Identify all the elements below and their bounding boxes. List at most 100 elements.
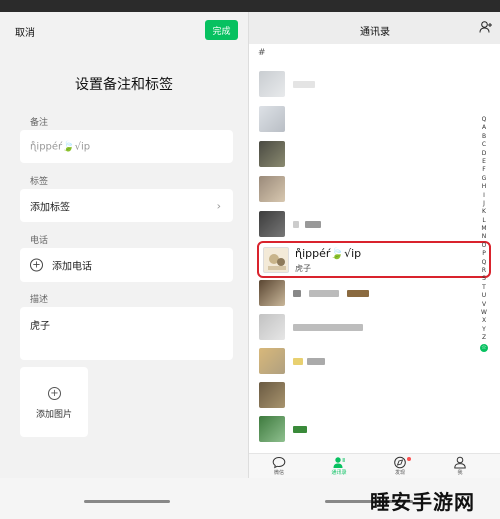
- add-tags-row[interactable]: 添加标签 ›: [20, 189, 233, 222]
- contact-row[interactable]: [257, 276, 483, 311]
- tab-label: 发现: [394, 470, 405, 476]
- contact-row[interactable]: [257, 378, 483, 413]
- alphabet-index-letter[interactable]: V: [478, 301, 490, 309]
- tab-contacts[interactable]: 通讯录: [314, 456, 364, 476]
- contacts-title: 通讯录: [360, 27, 390, 38]
- add-phone-row[interactable]: + 添加电话: [20, 248, 233, 282]
- add-tags-label: 添加标签: [30, 202, 70, 213]
- avatar: [259, 141, 285, 167]
- add-photo-label: 添加图片: [35, 410, 72, 420]
- blurred-name: [293, 358, 303, 365]
- chat-icon: [272, 456, 286, 469]
- alphabet-index-letter[interactable]: G: [478, 175, 490, 183]
- contact-remark: 虎子: [295, 264, 311, 273]
- person-icon: [454, 456, 466, 469]
- avatar: [259, 211, 285, 237]
- tab-discover[interactable]: 发现: [375, 456, 425, 476]
- alphabet-index-letter[interactable]: U: [478, 292, 490, 300]
- site-watermark: 睡安手游网: [370, 490, 475, 514]
- avatar: [263, 247, 289, 273]
- alphabet-index-letter[interactable]: W: [478, 309, 490, 317]
- tags-section-label: 标签: [30, 177, 49, 187]
- avatar: [259, 416, 285, 442]
- alphabet-index-letter[interactable]: E: [478, 158, 490, 166]
- highlighted-contact-row[interactable]: ɳ̊ippéŕ🍃√ip 虎子: [257, 241, 491, 278]
- blurred-name: [347, 290, 369, 297]
- alphabet-index-letter[interactable]: Z: [478, 334, 490, 342]
- tab-label: 我: [457, 470, 463, 476]
- alphabet-index-letter[interactable]: B: [478, 133, 490, 141]
- tab-chats[interactable]: 微信: [254, 456, 304, 476]
- blurred-name: [293, 324, 363, 331]
- add-photo-button[interactable]: + 添加图片: [20, 367, 88, 437]
- avatar: [259, 314, 285, 340]
- remark-section-label: 备注: [30, 118, 49, 128]
- alphabet-index[interactable]: Q A B C D E F G H I J K L M N O P Q R S T U V W X Y Z ☆: [478, 116, 490, 352]
- contact-row[interactable]: [257, 412, 483, 447]
- contact-row[interactable]: [257, 102, 483, 137]
- phone-section-label: 电话: [30, 236, 49, 246]
- alphabet-index-letter[interactable]: A: [478, 124, 490, 132]
- alphabet-index-star[interactable]: ☆: [480, 343, 488, 352]
- contacts-icon: [333, 457, 345, 468]
- alphabet-index-letter[interactable]: L: [478, 217, 490, 225]
- contact-row[interactable]: [257, 344, 483, 379]
- alphabet-index-letter[interactable]: J: [478, 200, 490, 208]
- section-letter: #: [258, 48, 266, 58]
- contact-row[interactable]: [257, 172, 483, 207]
- add-phone-label: 添加电话: [52, 261, 92, 273]
- contacts-panel: 通讯录 # ɳ̊ippéŕ🍃√ip 虎子 Q A B C D E F G H I…: [248, 12, 500, 478]
- alphabet-index-letter[interactable]: I: [478, 192, 490, 200]
- alphabet-index-letter[interactable]: C: [478, 141, 490, 149]
- blurred-name: [305, 221, 321, 228]
- page-title: 设置备注和标签: [75, 77, 173, 93]
- tab-label: 通讯录: [331, 470, 347, 476]
- alphabet-index-letter[interactable]: S: [478, 275, 490, 283]
- contact-row[interactable]: [257, 310, 483, 345]
- contacts-header: 通讯录: [249, 12, 500, 44]
- alphabet-index-letter[interactable]: Y: [478, 326, 490, 334]
- alphabet-index-letter[interactable]: R: [478, 267, 490, 275]
- device-frame-top: [0, 0, 500, 12]
- contact-row[interactable]: [257, 207, 483, 242]
- alphabet-index-letter[interactable]: H: [478, 183, 490, 191]
- alphabet-index-letter[interactable]: T: [478, 284, 490, 292]
- avatar: [259, 280, 285, 306]
- alphabet-index-letter[interactable]: N: [478, 233, 490, 241]
- contact-name: ɳ̊ippéŕ🍃√ip: [295, 247, 362, 260]
- alphabet-index-letter[interactable]: X: [478, 317, 490, 325]
- blurred-name: [307, 358, 325, 365]
- alphabet-index-letter[interactable]: K: [478, 208, 490, 216]
- blurred-name: [309, 290, 339, 297]
- remark-settings-panel: 取消 完成 设置备注和标签 备注 ɳ̊ippéŕ🍃√ip 标签 添加标签 › 电…: [0, 12, 248, 478]
- alphabet-index-letter[interactable]: F: [478, 166, 490, 174]
- notification-dot: [407, 457, 411, 461]
- avatar: [259, 176, 285, 202]
- avatar: [259, 348, 285, 374]
- cancel-button[interactable]: 取消: [15, 24, 35, 39]
- tab-me[interactable]: 我: [435, 456, 485, 476]
- description-field[interactable]: 虎子: [20, 307, 233, 360]
- alphabet-index-letter[interactable]: P: [478, 250, 490, 258]
- done-button[interactable]: 完成: [205, 20, 238, 40]
- alphabet-index-letter[interactable]: Q: [478, 259, 490, 267]
- alphabet-index-letter[interactable]: D: [478, 150, 490, 158]
- avatar: [259, 71, 285, 97]
- blurred-name: [293, 290, 301, 297]
- bottom-tab-bar: 微信 通讯录 发现 我: [249, 453, 500, 478]
- add-circle-icon: +: [30, 258, 43, 272]
- add-contact-icon[interactable]: [479, 20, 493, 34]
- alphabet-index-letter[interactable]: O: [478, 242, 490, 250]
- remark-value: ɳ̊ippéŕ🍃√ip: [30, 141, 91, 152]
- alphabet-index-letter[interactable]: M: [478, 225, 490, 233]
- tab-label: 微信: [273, 470, 284, 476]
- alphabet-index-letter[interactable]: Q: [478, 116, 490, 124]
- remark-field[interactable]: ɳ̊ippéŕ🍃√ip: [20, 130, 233, 163]
- contact-row[interactable]: [257, 67, 483, 102]
- home-indicator: [84, 500, 170, 503]
- avatar: [259, 106, 285, 132]
- blurred-name: [293, 221, 299, 228]
- blurred-name: [293, 81, 315, 88]
- avatar: [259, 382, 285, 408]
- contact-row[interactable]: [257, 137, 483, 172]
